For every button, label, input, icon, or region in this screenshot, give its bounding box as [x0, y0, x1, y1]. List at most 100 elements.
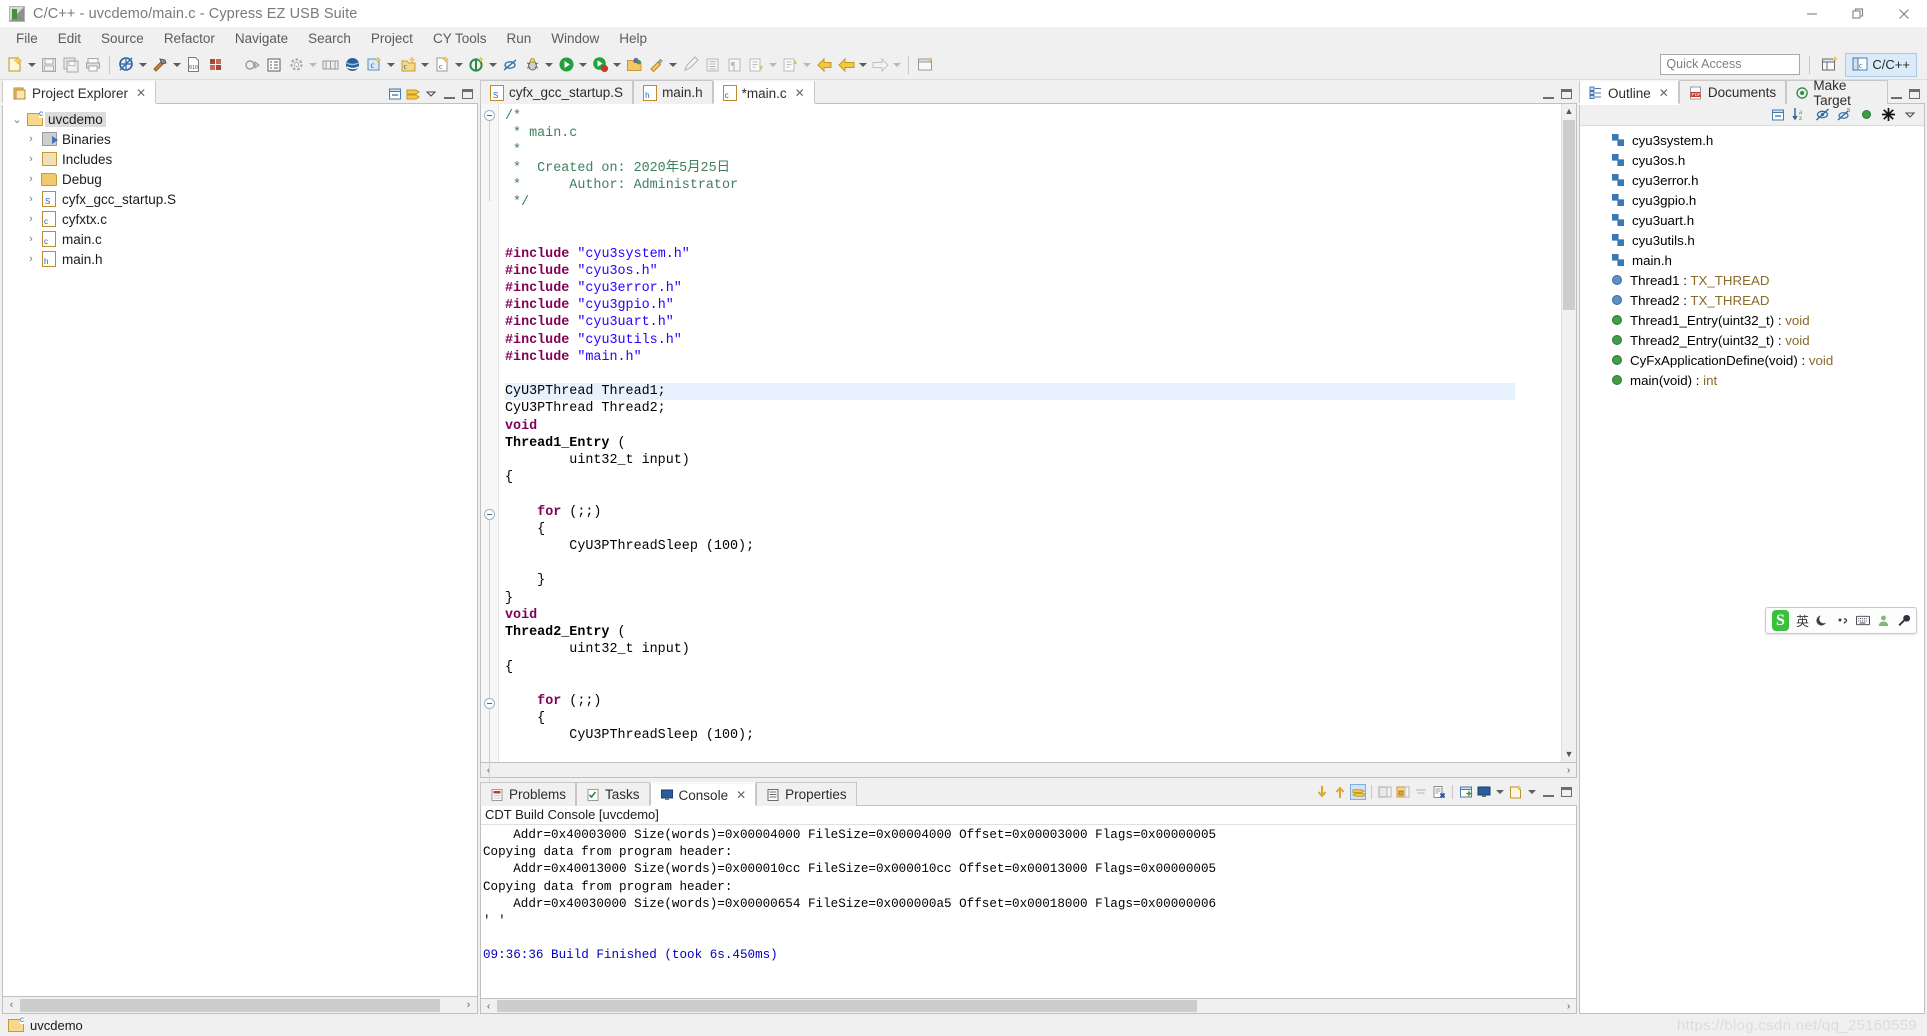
link-with-editor-icon[interactable]: [405, 86, 421, 102]
menu-navigate[interactable]: Navigate: [225, 28, 298, 50]
source-code[interactable]: /* * main.c * * Created on: 2020年5月25日 *…: [499, 104, 1561, 762]
sogou-logo[interactable]: S: [1772, 610, 1789, 631]
build-hammer-icon[interactable]: [149, 53, 171, 77]
tree-item-uvcdemo[interactable]: ⌄ uvcdemo: [3, 109, 477, 129]
scroll-thumb[interactable]: [20, 999, 440, 1012]
new-class-icon[interactable]: [465, 53, 487, 77]
perspective-c-cpp-button[interactable]: c C/C++: [1845, 53, 1917, 77]
menu-refactor[interactable]: Refactor: [154, 28, 225, 50]
new-window-icon[interactable]: [914, 53, 936, 77]
tree-item-cyfx-gcc-startup[interactable]: › cyfx_gcc_startup.S: [3, 189, 477, 209]
scroll-down-icon[interactable]: [1314, 784, 1330, 800]
menu-cy-tools[interactable]: CY Tools: [423, 28, 497, 50]
tree-item-main-h[interactable]: › main.h: [3, 249, 477, 269]
moon-icon[interactable]: [1816, 614, 1829, 627]
minimize-icon[interactable]: [1888, 86, 1904, 102]
external-tools-arrow[interactable]: [667, 53, 679, 77]
chevron-right-icon[interactable]: ›: [23, 173, 39, 185]
sogou-ime-bar[interactable]: S 英: [1765, 607, 1917, 634]
scroll-lock-icon[interactable]: [1350, 784, 1366, 800]
new-c-folder-icon[interactable]: c: [397, 53, 419, 77]
build-config-arrow[interactable]: [171, 53, 183, 77]
run-menu-arrow[interactable]: [577, 53, 589, 77]
view-menu-icon[interactable]: [1902, 107, 1918, 123]
minimize-icon[interactable]: [1540, 86, 1556, 102]
new-class-arrow[interactable]: [487, 53, 499, 77]
new-c-project-icon[interactable]: [4, 53, 26, 77]
maximize-icon[interactable]: [459, 86, 475, 102]
maximize-icon[interactable]: [1558, 86, 1574, 102]
new-console-view-icon[interactable]: [1508, 784, 1524, 800]
minimize-icon[interactable]: [1540, 784, 1556, 800]
display-console-menu-icon[interactable]: [1494, 780, 1506, 804]
close-icon[interactable]: ✕: [1659, 86, 1669, 100]
open-console-icon[interactable]: [1458, 784, 1474, 800]
hide-static-members-icon[interactable]: S: [1836, 107, 1852, 123]
fold-collapse-icon[interactable]: [484, 110, 495, 121]
forward-menu-arrow[interactable]: [891, 53, 903, 77]
outline-item-cyu3system-h[interactable]: cyu3system.h: [1580, 130, 1924, 150]
minimize-icon[interactable]: [1789, 0, 1835, 28]
sort-alphabetically-icon[interactable]: az: [1792, 107, 1808, 123]
maximize-icon[interactable]: [1906, 86, 1922, 102]
cdt-structures-icon[interactable]: [205, 53, 227, 77]
new-c-folder-arrow[interactable]: [419, 53, 431, 77]
scroll-right-arrow[interactable]: ›: [460, 998, 477, 1013]
tab-problems[interactable]: Problems: [480, 782, 576, 806]
new-console-menu-icon[interactable]: [1526, 780, 1538, 804]
scroll-up-icon[interactable]: [1332, 784, 1348, 800]
next-annotation-arrow[interactable]: [767, 53, 779, 77]
build-menu-arrow[interactable]: [137, 53, 149, 77]
outline-item-thread1[interactable]: Thread1 : TX_THREAD: [1580, 270, 1924, 290]
tab-main-c[interactable]: *main.c ✕: [713, 80, 815, 104]
external-tools-icon[interactable]: [645, 53, 667, 77]
outline-item-thread2-entry[interactable]: Thread2_Entry(uint32_t) : void: [1580, 330, 1924, 350]
outline-item-cyu3uart-h[interactable]: cyu3uart.h: [1580, 210, 1924, 230]
back-icon[interactable]: [835, 53, 857, 77]
tab-console[interactable]: Console ✕: [650, 782, 757, 806]
scroll-thumb[interactable]: [497, 1000, 1197, 1012]
fold-collapse-icon[interactable]: [484, 509, 495, 520]
ime-language-mode[interactable]: 英: [1796, 611, 1809, 630]
run-icon[interactable]: [555, 53, 577, 77]
close-icon[interactable]: [1881, 0, 1927, 28]
previous-annotation-arrow[interactable]: [801, 53, 813, 77]
new-c-project2-icon[interactable]: c: [363, 53, 385, 77]
tab-main-h[interactable]: main.h: [633, 80, 713, 104]
outline-item-main-h[interactable]: main.h: [1580, 250, 1924, 270]
chevron-right-icon[interactable]: ›: [23, 213, 39, 225]
clear-console-icon[interactable]: [1431, 784, 1447, 800]
maximize-icon[interactable]: [1558, 784, 1574, 800]
outline-item-cyfxapplicationdefine[interactable]: CyFxApplicationDefine(void) : void: [1580, 350, 1924, 370]
menu-project[interactable]: Project: [361, 28, 423, 50]
run-last-icon[interactable]: [589, 53, 611, 77]
back-menu-arrow[interactable]: [857, 53, 869, 77]
debug-bug-icon[interactable]: [521, 53, 543, 77]
menu-edit[interactable]: Edit: [48, 28, 91, 50]
new-menu-arrow[interactable]: [26, 53, 38, 77]
outline-item-thread2[interactable]: Thread2 : TX_THREAD: [1580, 290, 1924, 310]
view-menu-icon[interactable]: [423, 86, 439, 102]
project-explorer-hscrollbar[interactable]: ‹ ›: [2, 997, 478, 1014]
tree-item-binaries[interactable]: › Binaries: [3, 129, 477, 149]
pin-console-icon[interactable]: [1395, 784, 1411, 800]
chevron-right-icon[interactable]: ›: [23, 253, 39, 265]
scroll-left-arrow[interactable]: ‹: [3, 998, 20, 1013]
folding-gutter[interactable]: [481, 104, 499, 762]
last-edit-location-icon[interactable]: [813, 53, 835, 77]
outline-item-cyu3utils-h[interactable]: cyu3utils.h: [1580, 230, 1924, 250]
toggle-mark-occurrences-icon[interactable]: [263, 53, 285, 77]
chevron-right-icon[interactable]: ›: [23, 193, 39, 205]
chevron-down-icon[interactable]: ⌄: [9, 113, 25, 126]
open-resource-icon[interactable]: [623, 53, 645, 77]
restore-icon[interactable]: [1835, 0, 1881, 28]
debug-menu-arrow[interactable]: [543, 53, 555, 77]
scroll-right-arrow[interactable]: ›: [1561, 765, 1576, 776]
close-icon[interactable]: ✕: [736, 788, 746, 802]
menu-run[interactable]: Run: [497, 28, 542, 50]
outline-item-cyu3os-h[interactable]: cyu3os.h: [1580, 150, 1924, 170]
chevron-right-icon[interactable]: ›: [23, 233, 39, 245]
run-last-arrow[interactable]: [611, 53, 623, 77]
outline-item-cyu3gpio-h[interactable]: cyu3gpio.h: [1580, 190, 1924, 210]
code-editor[interactable]: /* * main.c * * Created on: 2020年5月25日 *…: [499, 104, 1561, 762]
